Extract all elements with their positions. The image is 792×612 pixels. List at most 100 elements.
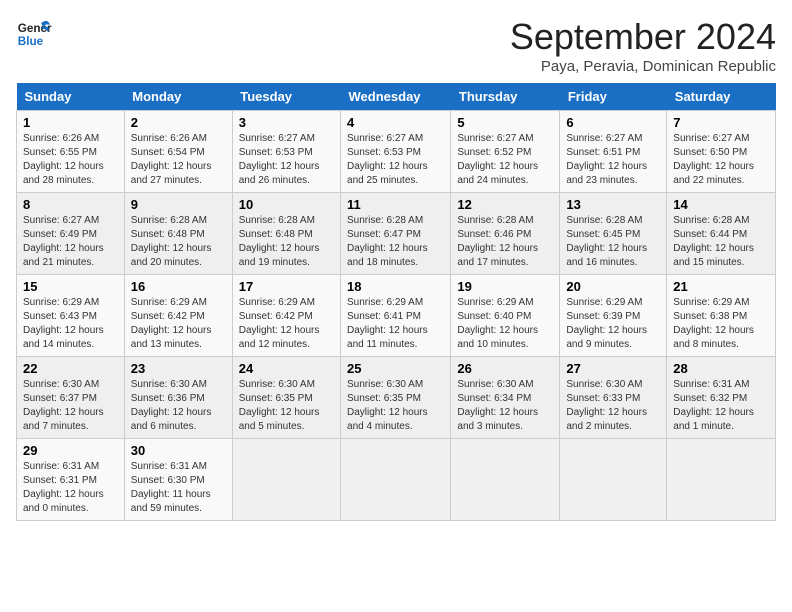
day-number: 22 (23, 361, 118, 376)
day-header-saturday: Saturday (667, 83, 776, 111)
day-info: Sunrise: 6:29 AM Sunset: 6:40 PM Dayligh… (457, 296, 553, 352)
calendar-cell: 23 Sunrise: 6:30 AM Sunset: 6:36 PM Dayli… (124, 357, 232, 439)
day-header-monday: Monday (124, 83, 232, 111)
calendar-cell: 30 Sunrise: 6:31 AM Sunset: 6:30 PM Dayli… (124, 439, 232, 521)
calendar-cell: 22 Sunrise: 6:30 AM Sunset: 6:37 PM Dayli… (17, 357, 125, 439)
day-info: Sunrise: 6:27 AM Sunset: 6:52 PM Dayligh… (457, 132, 553, 188)
day-number: 24 (239, 361, 334, 376)
day-info: Sunrise: 6:30 AM Sunset: 6:35 PM Dayligh… (347, 378, 444, 434)
day-info: Sunrise: 6:30 AM Sunset: 6:34 PM Dayligh… (457, 378, 553, 434)
calendar-week-2: 8 Sunrise: 6:27 AM Sunset: 6:49 PM Daylig… (17, 193, 776, 275)
day-info: Sunrise: 6:30 AM Sunset: 6:35 PM Dayligh… (239, 378, 334, 434)
location-subtitle: Paya, Peravia, Dominican Republic (510, 58, 776, 75)
day-header-friday: Friday (560, 83, 667, 111)
calendar-cell: 9Sunrise: 6:28 AM Sunset: 6:48 PM Daylig… (124, 193, 232, 275)
calendar-cell: 29Sunrise: 6:31 AM Sunset: 6:31 PM Dayli… (17, 439, 125, 521)
day-number: 1 (23, 115, 118, 130)
day-info: Sunrise: 6:29 AM Sunset: 6:42 PM Dayligh… (131, 296, 226, 352)
day-info: Sunrise: 6:30 AM Sunset: 6:36 PM Dayligh… (131, 378, 226, 434)
day-number: 16 (131, 279, 226, 294)
day-number: 6 (566, 115, 660, 130)
day-number: 25 (347, 361, 444, 376)
day-info: Sunrise: 6:29 AM Sunset: 6:41 PM Dayligh… (347, 296, 444, 352)
calendar-cell: 13Sunrise: 6:28 AM Sunset: 6:45 PM Dayli… (560, 193, 667, 275)
day-info: Sunrise: 6:28 AM Sunset: 6:44 PM Dayligh… (673, 214, 769, 270)
day-info: Sunrise: 6:28 AM Sunset: 6:47 PM Dayligh… (347, 214, 444, 270)
day-info: Sunrise: 6:29 AM Sunset: 6:38 PM Dayligh… (673, 296, 769, 352)
calendar-week-5: 29Sunrise: 6:31 AM Sunset: 6:31 PM Dayli… (17, 439, 776, 521)
calendar-cell: 19 Sunrise: 6:29 AM Sunset: 6:40 PM Dayli… (451, 275, 560, 357)
day-number: 23 (131, 361, 226, 376)
day-number: 28 (673, 361, 769, 376)
day-number: 29 (23, 443, 118, 458)
month-title: September 2024 (510, 16, 776, 58)
calendar-table: SundayMondayTuesdayWednesdayThursdayFrid… (16, 83, 776, 521)
day-info: Sunrise: 6:30 AM Sunset: 6:37 PM Dayligh… (23, 378, 118, 434)
title-area: September 2024 Paya, Peravia, Dominican … (510, 16, 776, 75)
day-info: Sunrise: 6:27 AM Sunset: 6:49 PM Dayligh… (23, 214, 118, 270)
day-info: Sunrise: 6:27 AM Sunset: 6:53 PM Dayligh… (239, 132, 334, 188)
calendar-cell: 28 Sunrise: 6:31 AM Sunset: 6:32 PM Dayli… (667, 357, 776, 439)
day-info: Sunrise: 6:31 AM Sunset: 6:30 PM Dayligh… (131, 460, 226, 516)
day-number: 12 (457, 197, 553, 212)
calendar-cell: 17 Sunrise: 6:29 AM Sunset: 6:42 PM Dayli… (232, 275, 340, 357)
calendar-cell: 16 Sunrise: 6:29 AM Sunset: 6:42 PM Dayli… (124, 275, 232, 357)
day-number: 8 (23, 197, 118, 212)
day-header-tuesday: Tuesday (232, 83, 340, 111)
day-info: Sunrise: 6:27 AM Sunset: 6:53 PM Dayligh… (347, 132, 444, 188)
day-number: 14 (673, 197, 769, 212)
day-number: 7 (673, 115, 769, 130)
day-number: 10 (239, 197, 334, 212)
day-info: Sunrise: 6:27 AM Sunset: 6:51 PM Dayligh… (566, 132, 660, 188)
day-number: 18 (347, 279, 444, 294)
calendar-cell: 1 Sunrise: 6:26 AM Sunset: 6:55 PM Daylig… (17, 111, 125, 193)
calendar-cell: 8 Sunrise: 6:27 AM Sunset: 6:49 PM Daylig… (17, 193, 125, 275)
day-number: 4 (347, 115, 444, 130)
calendar-cell: 7 Sunrise: 6:27 AM Sunset: 6:50 PM Daylig… (667, 111, 776, 193)
calendar-cell: 11 Sunrise: 6:28 AM Sunset: 6:47 PM Dayli… (341, 193, 451, 275)
day-number: 2 (131, 115, 226, 130)
day-info: Sunrise: 6:31 AM Sunset: 6:32 PM Dayligh… (673, 378, 769, 434)
day-number: 26 (457, 361, 553, 376)
calendar-cell: 6 Sunrise: 6:27 AM Sunset: 6:51 PM Daylig… (560, 111, 667, 193)
day-number: 21 (673, 279, 769, 294)
calendar-cell: 20 Sunrise: 6:29 AM Sunset: 6:39 PM Dayli… (560, 275, 667, 357)
day-info: Sunrise: 6:26 AM Sunset: 6:54 PM Dayligh… (131, 132, 226, 188)
calendar-cell: 3Sunrise: 6:27 AM Sunset: 6:53 PM Daylig… (232, 111, 340, 193)
day-info: Sunrise: 6:28 AM Sunset: 6:46 PM Dayligh… (457, 214, 553, 270)
calendar-cell: 10 Sunrise: 6:28 AM Sunset: 6:48 PM Dayli… (232, 193, 340, 275)
day-number: 11 (347, 197, 444, 212)
day-info: Sunrise: 6:30 AM Sunset: 6:33 PM Dayligh… (566, 378, 660, 434)
day-number: 27 (566, 361, 660, 376)
day-info: Sunrise: 6:27 AM Sunset: 6:50 PM Dayligh… (673, 132, 769, 188)
calendar-cell: 15Sunrise: 6:29 AM Sunset: 6:43 PM Dayli… (17, 275, 125, 357)
day-header-sunday: Sunday (17, 83, 125, 111)
day-number: 5 (457, 115, 553, 130)
day-info: Sunrise: 6:29 AM Sunset: 6:42 PM Dayligh… (239, 296, 334, 352)
day-info: Sunrise: 6:29 AM Sunset: 6:43 PM Dayligh… (23, 296, 118, 352)
day-info: Sunrise: 6:26 AM Sunset: 6:55 PM Dayligh… (23, 132, 118, 188)
calendar-cell (341, 439, 451, 521)
logo-icon: General Blue (16, 16, 52, 52)
day-number: 17 (239, 279, 334, 294)
day-number: 20 (566, 279, 660, 294)
calendar-cell (232, 439, 340, 521)
calendar-cell: 2 Sunrise: 6:26 AM Sunset: 6:54 PM Daylig… (124, 111, 232, 193)
svg-text:Blue: Blue (18, 35, 44, 48)
calendar-cell: 24 Sunrise: 6:30 AM Sunset: 6:35 PM Dayli… (232, 357, 340, 439)
day-number: 30 (131, 443, 226, 458)
day-info: Sunrise: 6:28 AM Sunset: 6:48 PM Dayligh… (131, 214, 226, 270)
calendar-cell: 25 Sunrise: 6:30 AM Sunset: 6:35 PM Dayli… (341, 357, 451, 439)
day-info: Sunrise: 6:28 AM Sunset: 6:48 PM Dayligh… (239, 214, 334, 270)
day-info: Sunrise: 6:28 AM Sunset: 6:45 PM Dayligh… (566, 214, 660, 270)
day-number: 19 (457, 279, 553, 294)
calendar-cell (560, 439, 667, 521)
calendar-cell: 14 Sunrise: 6:28 AM Sunset: 6:44 PM Dayli… (667, 193, 776, 275)
calendar-header-row: SundayMondayTuesdayWednesdayThursdayFrid… (17, 83, 776, 111)
calendar-cell (667, 439, 776, 521)
calendar-cell: 12 Sunrise: 6:28 AM Sunset: 6:46 PM Dayli… (451, 193, 560, 275)
calendar-cell: 18 Sunrise: 6:29 AM Sunset: 6:41 PM Dayli… (341, 275, 451, 357)
day-info: Sunrise: 6:29 AM Sunset: 6:39 PM Dayligh… (566, 296, 660, 352)
calendar-cell: 5 Sunrise: 6:27 AM Sunset: 6:52 PM Daylig… (451, 111, 560, 193)
day-header-thursday: Thursday (451, 83, 560, 111)
